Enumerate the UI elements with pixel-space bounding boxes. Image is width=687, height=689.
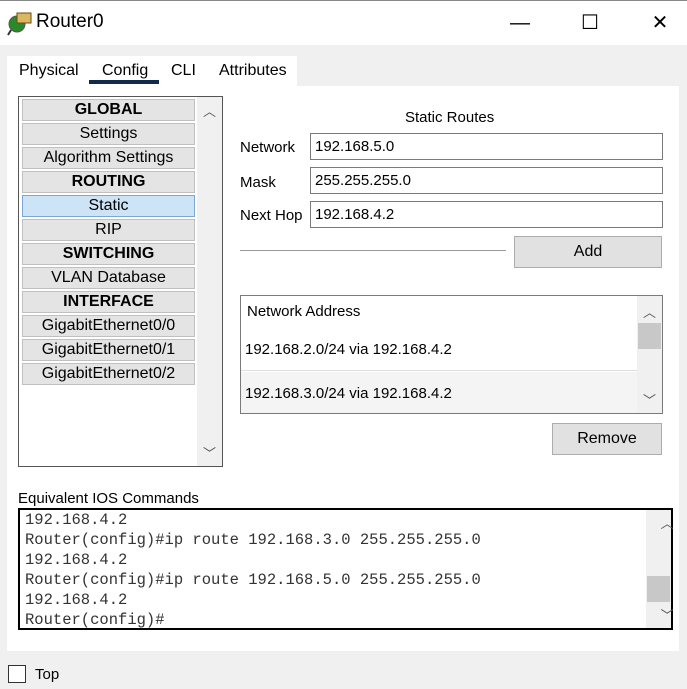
ios-line: Router(config)#ip route 192.168.3.0 255.… (25, 531, 481, 549)
mask-input[interactable]: 255.255.255.0 (310, 167, 663, 194)
list-header: Network Address (247, 303, 361, 320)
nav-item[interactable]: Algorithm Settings (22, 147, 195, 169)
scroll-up-icon[interactable]: ︿ (197, 101, 222, 120)
scroll-thumb[interactable] (638, 323, 661, 349)
nav-item[interactable]: GigabitEthernet0/2 (22, 363, 195, 385)
nav-item[interactable]: RIP (22, 219, 195, 241)
list-item[interactable]: 192.168.3.0/24 via 192.168.4.2 (241, 372, 637, 413)
scroll-down-icon[interactable]: ﹀ (655, 606, 680, 626)
route-text: 192.168.2.0/24 via 192.168.4.2 (245, 341, 452, 358)
route-text: 192.168.3.0/24 via 192.168.4.2 (245, 385, 452, 402)
ios-line: Router(config)#ip route 192.168.5.0 255.… (25, 571, 481, 589)
network-label: Network (240, 139, 296, 156)
ios-commands-output[interactable]: 192.168.4.2 Router(config)#ip route 192.… (18, 508, 674, 630)
nav-section-header: ROUTING (22, 171, 195, 193)
remove-button[interactable]: Remove (552, 423, 662, 455)
scroll-down-icon[interactable]: ﹀ (637, 390, 662, 409)
tab-physical[interactable]: Physical (19, 62, 79, 80)
scroll-up-icon[interactable]: ︿ (637, 302, 662, 321)
ios-line: Router(config)# (25, 611, 165, 629)
ios-scrollbar[interactable]: ︿ ﹀ (646, 510, 674, 628)
mask-label: Mask (240, 174, 276, 191)
routes-list: Network Address 192.168.2.0/24 via 192.1… (240, 295, 663, 414)
maximize-button[interactable]: ☐ (570, 8, 610, 38)
router-icon (7, 12, 32, 36)
nav-item[interactable]: VLAN Database (22, 267, 195, 289)
nav-item[interactable]: Settings (22, 123, 195, 145)
ios-line: 192.168.4.2 (25, 591, 128, 609)
scroll-up-icon[interactable]: ︿ (655, 514, 680, 534)
nav-scrollbar[interactable]: ︿ ﹀ (197, 97, 222, 466)
scroll-thumb[interactable] (647, 576, 670, 602)
nexthop-input[interactable]: 192.168.4.2 (310, 201, 663, 228)
divider (240, 250, 506, 251)
static-routes-title: Static Routes (405, 109, 495, 126)
nav-section-header: GLOBAL (22, 99, 195, 121)
nav-section-header: SWITCHING (22, 243, 195, 265)
routes-scrollbar[interactable]: ︿ ﹀ (637, 296, 662, 413)
ios-line: 192.168.4.2 (25, 511, 128, 529)
config-nav-list: GLOBAL Settings Algorithm Settings ROUTING S… (18, 96, 223, 467)
ios-line: 192.168.4.2 (25, 551, 128, 569)
nav-section-header: INTERFACE (22, 291, 195, 313)
tab-attributes[interactable]: Attributes (219, 62, 287, 80)
nexthop-label: Next Hop (240, 207, 303, 224)
nav-item[interactable]: GigabitEthernet0/0 (22, 315, 195, 337)
nav-item[interactable]: GigabitEthernet0/1 (22, 339, 195, 361)
nav-item[interactable]: Static (22, 195, 195, 217)
ios-label: Equivalent IOS Commands (18, 490, 199, 507)
top-checkbox[interactable] (8, 665, 26, 683)
tab-config[interactable]: Config (102, 62, 148, 80)
window-title: Router0 (36, 11, 104, 32)
close-button[interactable]: ✕ (640, 8, 680, 38)
active-tab-indicator (89, 80, 159, 84)
add-button[interactable]: Add (514, 236, 662, 268)
scroll-down-icon[interactable]: ﹀ (197, 443, 222, 462)
top-checkbox-label: Top (35, 666, 60, 683)
minimize-button[interactable]: — (500, 8, 540, 38)
network-input[interactable]: 192.168.5.0 (310, 133, 663, 160)
list-item[interactable]: 192.168.2.0/24 via 192.168.4.2 (241, 326, 637, 371)
tab-cli[interactable]: CLI (171, 62, 196, 80)
